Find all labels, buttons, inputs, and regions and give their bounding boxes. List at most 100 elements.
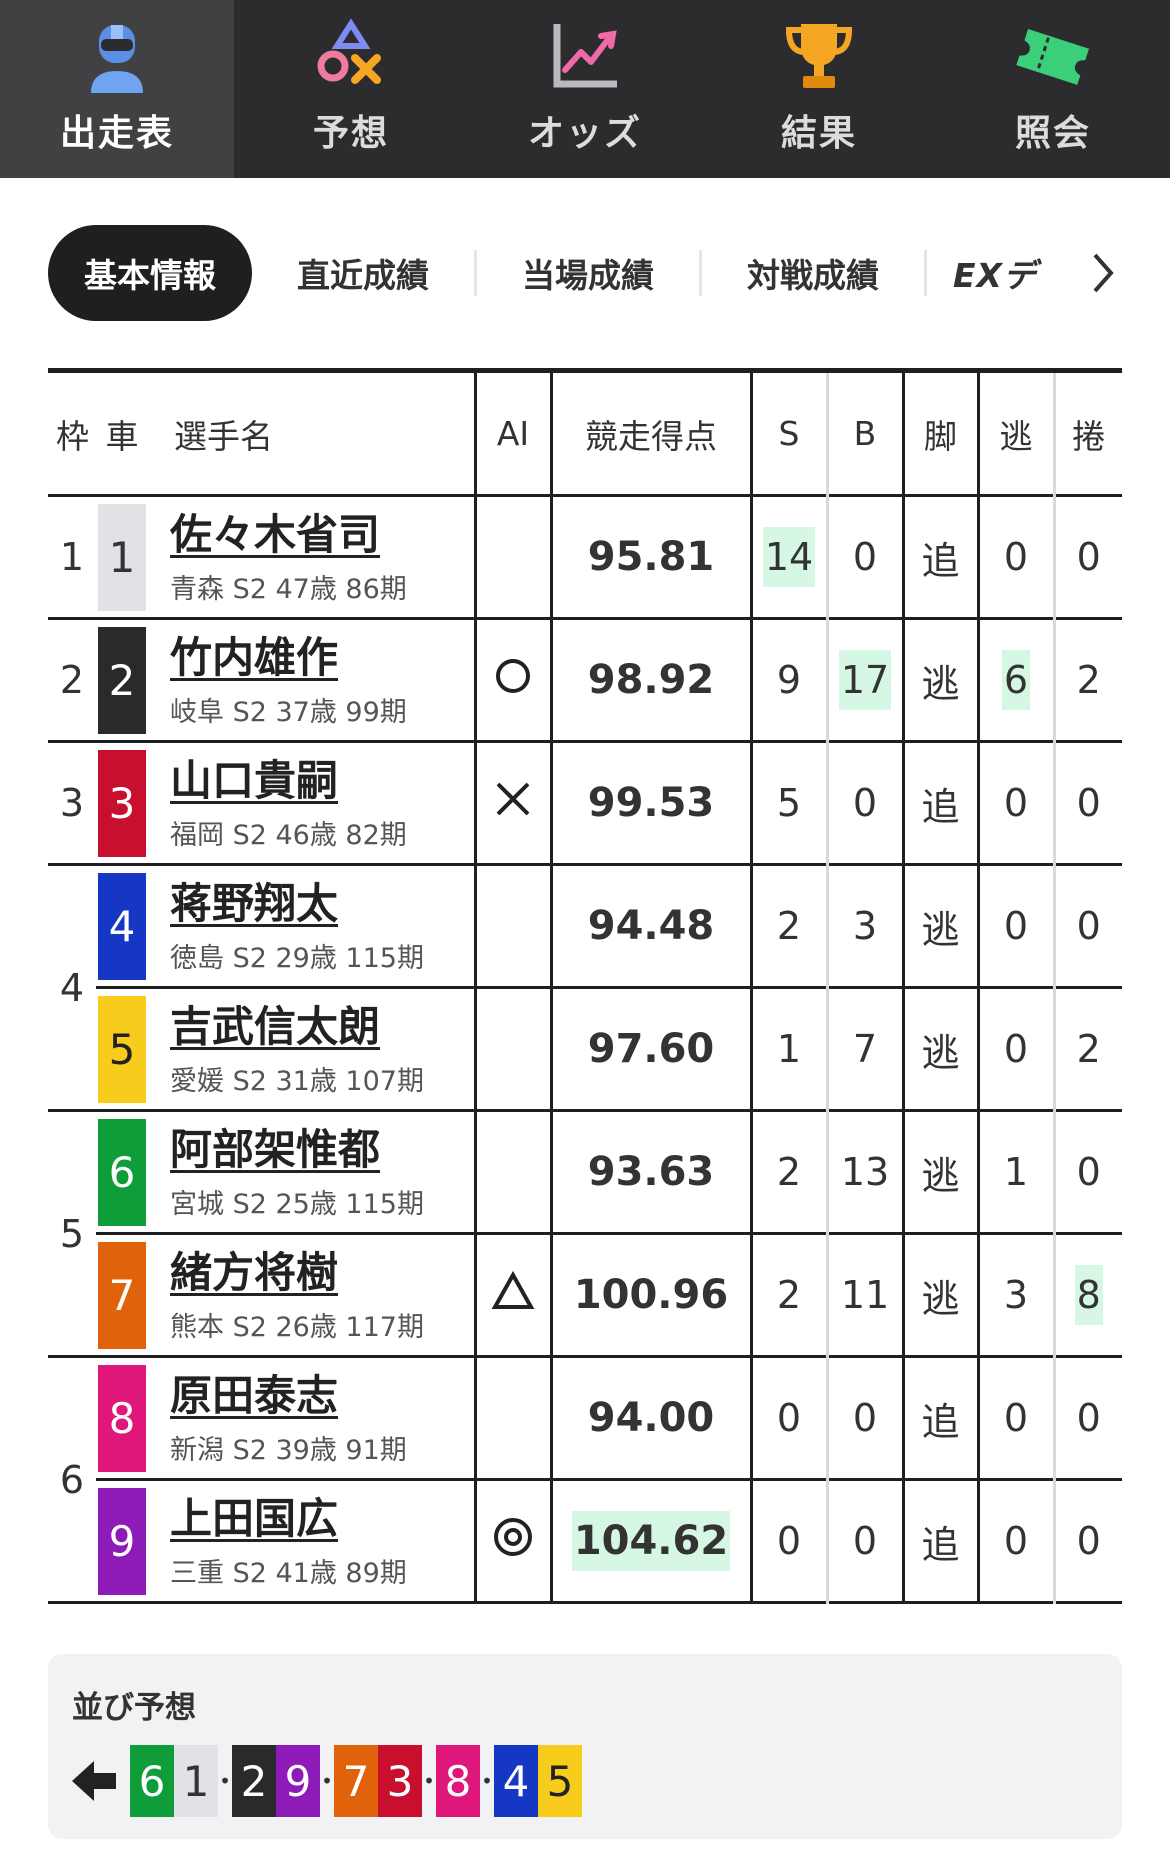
running-style: 逃	[921, 661, 960, 706]
makuri-count: 2	[1076, 658, 1101, 702]
table-row: 4 4 蒋野翔太 徳島 S2 29歳 115期 94.48 2 3 逃 0 0	[48, 864, 1122, 1010]
prediction-symbols-icon	[306, 18, 396, 94]
tab-recent-results[interactable]: 直近成績	[252, 225, 474, 321]
nav-label: 照会	[1014, 113, 1091, 154]
racer-name-link[interactable]: 上田国広	[170, 1493, 474, 1545]
racer-name-link[interactable]: 原田泰志	[170, 1370, 474, 1422]
racer-cell: 原田泰志 新潟 S2 39歳 91期	[148, 1357, 475, 1480]
racer-name-link[interactable]: 蒋野翔太	[170, 878, 474, 930]
car-number-badge: 3	[98, 749, 146, 857]
line-car-badge: 5	[538, 1745, 582, 1817]
running-style: 逃	[921, 1276, 960, 1321]
nige-count: 0	[1003, 781, 1029, 825]
makuri-count: 2	[1076, 1027, 1101, 1071]
chevron-right-icon[interactable]	[1083, 225, 1123, 321]
nav-item-entry-table[interactable]: 出走表	[0, 0, 234, 178]
running-style: 追	[921, 538, 960, 583]
line-separator: •	[219, 1769, 231, 1793]
racer-name-link[interactable]: 吉武信太朗	[170, 1001, 474, 1053]
nav-item-inquiry[interactable]: 照会	[936, 0, 1170, 178]
header-s: S	[749, 370, 827, 496]
table-row: 1 1 佐々木省司 青森 S2 47歳 86期 95.81 14 0 追 0 0	[48, 495, 1122, 619]
s-count: 5	[776, 781, 802, 825]
table-row: 5 吉武信太朗 愛媛 S2 31歳 107期 97.60 1 7 逃 0 2	[48, 987, 1122, 1111]
car-number-badge: 6	[98, 1118, 146, 1226]
b-count: 13	[840, 1150, 890, 1194]
nige-count: 0	[1003, 1027, 1029, 1071]
line-car-badge: 6	[130, 1745, 174, 1817]
b-count: 0	[852, 535, 878, 579]
chart-trend-icon	[540, 18, 630, 94]
s-count: 9	[776, 658, 802, 702]
running-style: 追	[921, 1399, 960, 1444]
running-style: 逃	[921, 1030, 960, 1075]
racer-name-link[interactable]: 緒方将樹	[170, 1247, 474, 1299]
racer-name-link[interactable]: 竹内雄作	[170, 632, 474, 684]
line-car-badge: 3	[378, 1745, 422, 1817]
table-row: 9 上田国広 三重 S2 41歳 89期 ◎ 104.62 0 0 追 0 0	[48, 1479, 1122, 1603]
nav-label: 結果	[780, 113, 857, 154]
nige-count: 0	[1003, 1519, 1029, 1563]
running-style: 追	[921, 784, 960, 829]
race-score: 97.60	[587, 1026, 715, 1072]
nav-label: 予想	[312, 113, 389, 154]
race-score: 94.00	[587, 1395, 715, 1441]
b-count: 7	[852, 1027, 878, 1071]
makuri-count: 0	[1076, 1519, 1101, 1563]
waku-number: 3	[59, 781, 85, 825]
tab-venue-results[interactable]: 当場成績	[477, 225, 699, 321]
b-count: 0	[852, 781, 878, 825]
nav-item-prediction[interactable]: 予想	[234, 0, 468, 178]
info-tabs: 基本情報 直近成績 当場成績 対戦成績 EXデ	[48, 225, 1123, 321]
racer-cell: 竹内雄作 岐阜 S2 37歳 99期	[148, 619, 475, 742]
waku-number: 5	[59, 1211, 85, 1256]
racer-info: 熊本 S2 26歳 117期	[170, 1311, 424, 1343]
tab-ex-data[interactable]: EXデ	[927, 225, 1077, 321]
waku-number: 4	[59, 965, 85, 1010]
line-separator: •	[423, 1769, 435, 1793]
makuri-count: 0	[1076, 535, 1101, 579]
racer-cell: 吉武信太朗 愛媛 S2 31歳 107期	[148, 988, 475, 1111]
waku-number: 1	[59, 535, 85, 579]
race-score: 94.48	[587, 903, 715, 949]
tab-matchup-results[interactable]: 対戦成績	[702, 225, 924, 321]
makuri-count: 8	[1074, 1265, 1103, 1325]
ai-mark-cross: ✕	[473, 741, 551, 865]
tab-basic-info[interactable]: 基本情報	[48, 225, 252, 321]
ai-mark	[473, 1110, 551, 1234]
header-makuri: 捲	[1052, 370, 1122, 496]
ai-mark	[473, 987, 551, 1111]
header-name: 選手名	[174, 416, 273, 456]
line-car-badge: 4	[494, 1745, 538, 1817]
racer-name-link[interactable]: 阿部架惟都	[170, 1124, 474, 1176]
line-prediction-row: 6 1 • 2 9 • 7 3 • 8 • 4 5	[70, 1745, 582, 1817]
car-number-badge: 2	[98, 626, 146, 734]
b-count: 0	[852, 1519, 878, 1563]
s-count: 14	[762, 527, 816, 587]
table-header-row: 枠 車 選手名 AI 競走得点 S B 脚 逃 捲	[48, 370, 1122, 496]
racer-cell: 山口貴嗣 福岡 S2 46歳 82期	[148, 742, 475, 865]
s-count: 1	[776, 1027, 802, 1071]
nige-count: 0	[1003, 904, 1029, 948]
racer-info: 徳島 S2 29歳 115期	[170, 942, 424, 974]
table-row: 3 3 山口貴嗣 福岡 S2 46歳 82期 ✕ 99.53 5 0 追 0 0	[48, 741, 1122, 865]
nige-count: 0	[1003, 535, 1029, 579]
nav-item-odds[interactable]: オッズ	[468, 0, 702, 178]
ai-mark	[473, 1356, 551, 1480]
nige-count: 1	[1003, 1150, 1029, 1194]
top-nav: 出走表 予想 オッズ 結果 照会	[0, 0, 1170, 178]
b-count: 17	[838, 650, 892, 710]
s-count: 0	[776, 1519, 802, 1563]
racer-name-link[interactable]: 佐々木省司	[170, 509, 474, 561]
table-row: 6 8 原田泰志 新潟 S2 39歳 91期 94.00 0 0 追 0 0	[48, 1356, 1122, 1502]
racer-info: 宮城 S2 25歳 115期	[170, 1188, 424, 1220]
header-score: 競走得点	[549, 370, 751, 496]
racer-name-link[interactable]: 山口貴嗣	[170, 755, 474, 807]
nav-label: 出走表	[59, 113, 174, 154]
race-score: 100.96	[573, 1272, 729, 1318]
racer-info: 福岡 S2 46歳 82期	[170, 819, 407, 851]
nav-item-result[interactable]: 結果	[702, 0, 936, 178]
header-car: 車	[105, 416, 139, 456]
b-count: 11	[840, 1273, 890, 1317]
header-style: 脚	[901, 370, 978, 496]
